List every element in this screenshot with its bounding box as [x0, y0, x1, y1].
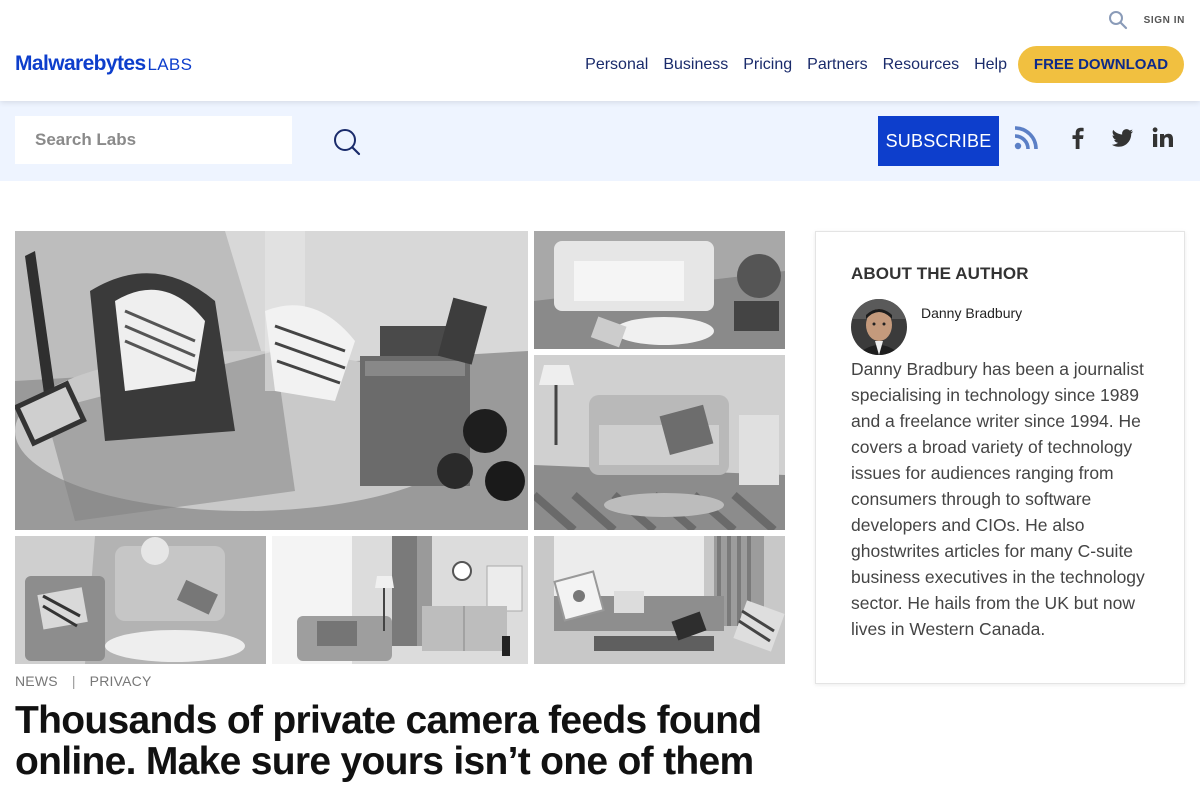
camera-feed-window-table	[534, 536, 785, 664]
article-categories: NEWS | PRIVACY	[15, 673, 151, 689]
nav-personal[interactable]: Personal	[585, 56, 648, 74]
linkedin-icon[interactable]	[1150, 125, 1176, 151]
labs-subbar: SUBSCRIBE	[0, 101, 1200, 181]
category-separator: |	[71, 673, 76, 689]
site-logo[interactable]: Malwarebytes LABS	[15, 52, 192, 76]
author-name[interactable]: Danny Bradbury	[921, 305, 1022, 321]
category-privacy[interactable]: PRIVACY	[90, 673, 152, 689]
rss-icon[interactable]	[1013, 125, 1039, 151]
camera-feed-sofa-lamp	[534, 355, 785, 530]
site-header: SIGN IN Malwarebytes LABS Personal Busin…	[0, 0, 1200, 101]
article-title: Thousands of private camera feeds found …	[15, 699, 762, 783]
search-icon[interactable]	[1108, 10, 1128, 30]
nav-help[interactable]: Help	[974, 56, 1007, 74]
nav-pricing[interactable]: Pricing	[743, 56, 792, 74]
search-icon[interactable]	[332, 127, 362, 157]
main-nav: Personal Business Pricing Partners Resou…	[570, 46, 1184, 83]
utility-bar: SIGN IN	[1108, 10, 1185, 30]
hero-image	[15, 231, 785, 664]
about-author-heading: ABOUT THE AUTHOR	[851, 264, 1029, 283]
sign-in-link[interactable]: SIGN IN	[1144, 15, 1185, 26]
camera-feed-sofa-top	[534, 231, 785, 349]
search-labs-input[interactable]	[15, 116, 292, 164]
nav-resources[interactable]: Resources	[883, 56, 959, 74]
camera-feed-armchair-corner	[15, 536, 266, 664]
logo-labs: LABS	[147, 55, 193, 74]
twitter-icon[interactable]	[1110, 125, 1136, 151]
author-avatar[interactable]	[851, 299, 907, 355]
camera-feed-living-room	[272, 536, 528, 664]
nav-partners[interactable]: Partners	[807, 56, 867, 74]
nav-business[interactable]: Business	[663, 56, 728, 74]
logo-wordmark: Malwarebytes	[15, 52, 146, 75]
subscribe-button[interactable]: SUBSCRIBE	[878, 116, 999, 166]
facebook-icon[interactable]	[1065, 125, 1091, 151]
camera-feed-armchair	[15, 231, 528, 530]
free-download-button[interactable]: FREE DOWNLOAD	[1018, 46, 1184, 83]
author-bio: Danny Bradbury has been a journalist spe…	[851, 359, 1145, 639]
about-author-card: ABOUT THE AUTHOR Danny Bradbury Danny Br…	[815, 231, 1185, 684]
category-news[interactable]: NEWS	[15, 673, 58, 689]
